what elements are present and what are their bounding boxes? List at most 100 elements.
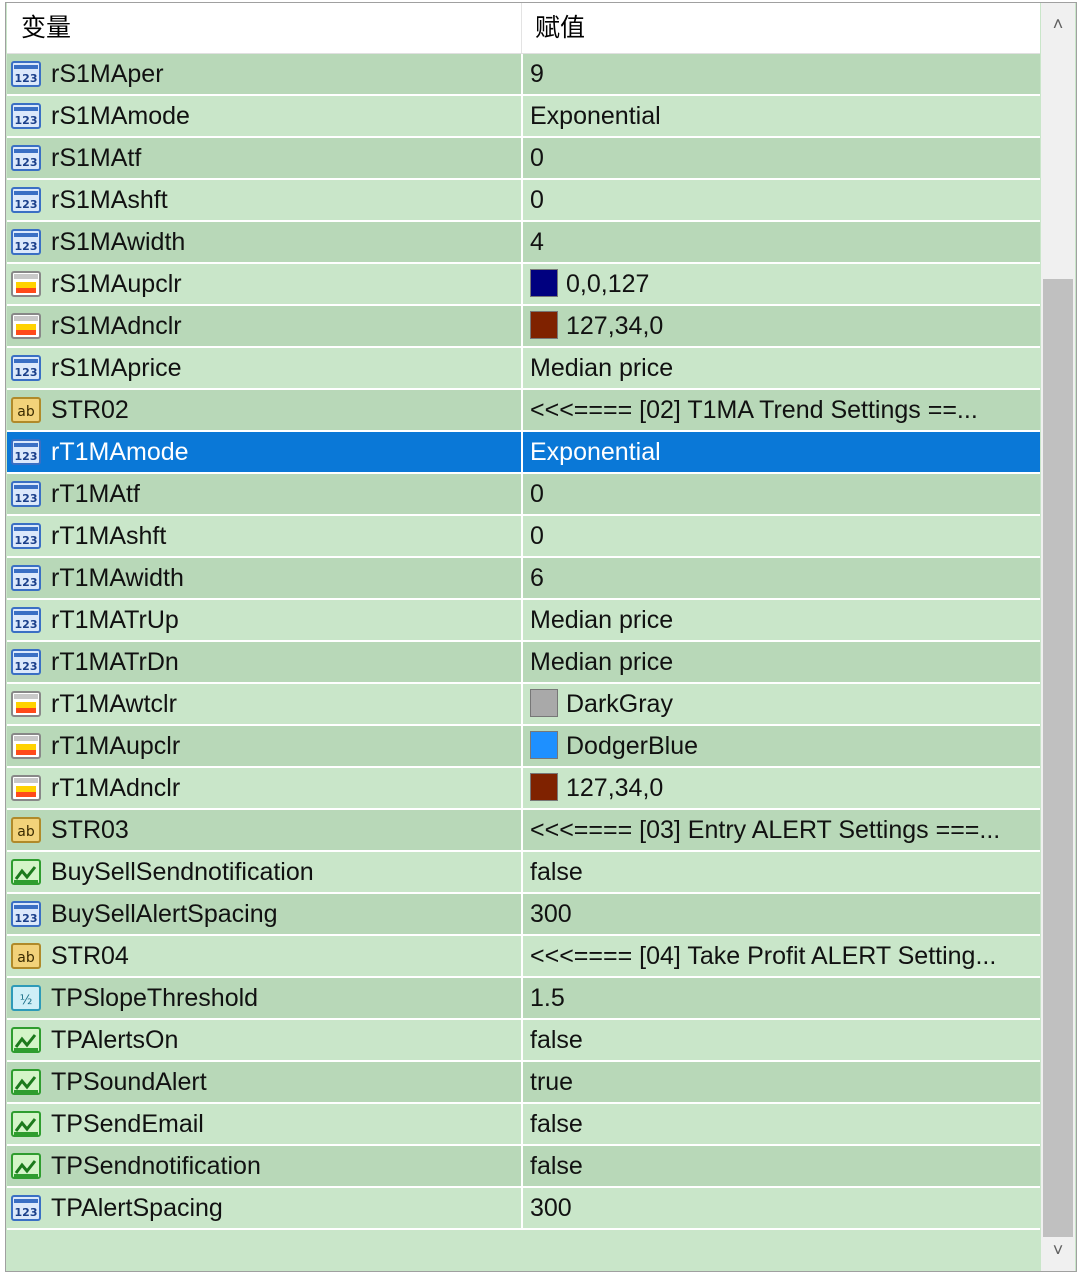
integer-icon: 123 [11,522,41,550]
table-row[interactable]: ½ TPSlopeThreshold 1.5 [7,978,1040,1020]
value-cell[interactable]: 0 [530,516,544,556]
cell-divider [521,1104,523,1144]
table-row[interactable]: rS1MAdnclr 127,34,0 [7,306,1040,348]
integer-icon: 123 [11,60,41,88]
value-text: 0,0,127 [566,270,650,298]
table-row[interactable]: 123 rS1MAmode Exponential [7,96,1040,138]
table-row[interactable]: 123 rT1MATrDn Median price [7,642,1040,684]
value-cell[interactable]: 9 [530,54,544,94]
value-cell[interactable]: false [530,1104,583,1144]
variable-name: TPSendnotification [51,1152,261,1180]
value-cell[interactable]: false [530,1146,583,1186]
value-cell[interactable]: <<<==== [04] Take Profit ALERT Setting..… [530,936,996,976]
value-text: 0 [530,186,544,214]
table-row[interactable]: ab STR03 <<<==== [03] Entry ALERT Settings… [7,810,1040,852]
cell-divider [521,180,523,220]
table-row[interactable]: rT1MAupclr DodgerBlue [7,726,1040,768]
variable-name: rT1MAdnclr [51,774,181,802]
value-cell[interactable]: Exponential [530,96,661,136]
value-cell[interactable]: 0,0,127 [530,264,649,304]
table-row[interactable]: 123 rT1MAshft 0 [7,516,1040,558]
table-row[interactable]: TPAlertsOn false [7,1020,1040,1062]
cell-divider [521,516,523,556]
variable-name: rS1MAwidth [51,228,186,256]
value-text: 127,34,0 [566,774,664,802]
svg-text:123: 123 [15,366,38,379]
value-cell[interactable]: <<<==== [02] T1MA Trend Settings ==... [530,390,978,430]
cell-divider [521,726,523,766]
value-cell[interactable]: 127,34,0 [530,306,663,346]
table-row[interactable]: TPSendEmail false [7,1104,1040,1146]
variable-name: rS1MAshft [51,186,168,214]
table-row[interactable]: 123 rS1MAwidth 4 [7,222,1040,264]
table-row[interactable]: BuySellSendnotification false [7,852,1040,894]
table-row[interactable]: ab STR04 <<<==== [04] Take Profit ALERT Se… [7,936,1040,978]
vertical-scrollbar[interactable]: ˄ ˅ [1041,3,1075,1271]
svg-text:123: 123 [15,450,38,463]
value-text: <<<==== [04] Take Profit ALERT Setting..… [530,942,997,970]
scroll-down-arrow-icon[interactable]: ˅ [1041,1233,1075,1267]
scroll-up-arrow-icon[interactable]: ˄ [1041,7,1075,41]
value-text: 0 [530,144,544,172]
value-cell[interactable]: 6 [530,558,544,598]
value-text: <<<==== [03] Entry ALERT Settings ===... [530,816,1001,844]
column-header-value[interactable]: 赋值 [535,3,585,53]
color-swatch [530,269,558,298]
cell-divider [521,138,523,178]
value-cell[interactable]: Median price [530,348,673,388]
table-row[interactable]: 123 BuySellAlertSpacing 300 [7,894,1040,936]
value-cell[interactable]: Exponential [530,432,661,472]
value-cell[interactable]: 4 [530,222,544,262]
table-row[interactable]: 123 rT1MATrUp Median price [7,600,1040,642]
table-row[interactable]: 123 rS1MAper 9 [7,54,1040,96]
cell-divider [521,474,523,514]
table-row[interactable]: 123 rT1MAtf 0 [7,474,1040,516]
variable-name: rS1MAupclr [51,270,182,298]
cell-divider [521,684,523,724]
table-row[interactable]: rT1MAwtclr DarkGray [7,684,1040,726]
value-cell[interactable]: true [530,1062,573,1102]
cell-divider [521,1188,523,1228]
boolean-icon [11,1068,41,1096]
table-row[interactable]: ab STR02 <<<==== [02] T1MA Trend Settings … [7,390,1040,432]
value-cell[interactable]: <<<==== [03] Entry ALERT Settings ===... [530,810,1000,850]
value-cell[interactable]: 0 [530,180,544,220]
value-cell[interactable]: false [530,852,583,892]
table-row[interactable]: 123 rS1MAshft 0 [7,180,1040,222]
integer-icon: 123 [11,900,41,928]
table-row[interactable]: 123 rS1MAprice Median price [7,348,1040,390]
cell-divider [521,306,523,346]
value-cell[interactable]: 300 [530,1188,572,1228]
table-row[interactable]: rS1MAupclr 0,0,127 [7,264,1040,306]
value-text: <<<==== [02] T1MA Trend Settings ==... [530,396,978,424]
value-text: DarkGray [566,690,673,718]
svg-text:ab: ab [17,404,35,420]
value-text: false [530,1026,583,1054]
scrollbar-thumb[interactable] [1043,279,1073,1237]
table-row[interactable]: 123 rT1MAwidth 6 [7,558,1040,600]
boolean-icon [11,1152,41,1180]
column-header-variable[interactable]: 变量 [21,3,71,53]
value-cell[interactable]: DarkGray [530,684,673,724]
value-text: Exponential [530,438,661,466]
table-row[interactable]: 123 rT1MAmode Exponential [7,432,1040,474]
value-cell[interactable]: DodgerBlue [530,726,698,766]
value-cell[interactable]: 0 [530,474,544,514]
value-cell[interactable]: false [530,1020,583,1060]
table-row[interactable]: TPSoundAlert true [7,1062,1040,1104]
value-cell[interactable]: Median price [530,600,673,640]
inputs-grid: 变量 赋值 123 rS1MAper 9 123 rS1MAmode Exponentia… [7,3,1040,1271]
table-row[interactable]: 123 TPAlertSpacing 300 [7,1188,1040,1230]
value-cell[interactable]: Median price [530,642,673,682]
table-row[interactable]: rT1MAdnclr 127,34,0 [7,768,1040,810]
value-text: 9 [530,60,544,88]
value-cell[interactable]: 1.5 [530,978,565,1018]
value-cell[interactable]: 127,34,0 [530,768,663,808]
value-cell[interactable]: 300 [530,894,572,934]
table-row[interactable]: TPSendnotification false [7,1146,1040,1188]
value-cell[interactable]: 0 [530,138,544,178]
column-divider[interactable] [521,3,522,53]
table-row[interactable]: 123 rS1MAtf 0 [7,138,1040,180]
value-text: Median price [530,354,674,382]
cell-divider [521,432,523,472]
